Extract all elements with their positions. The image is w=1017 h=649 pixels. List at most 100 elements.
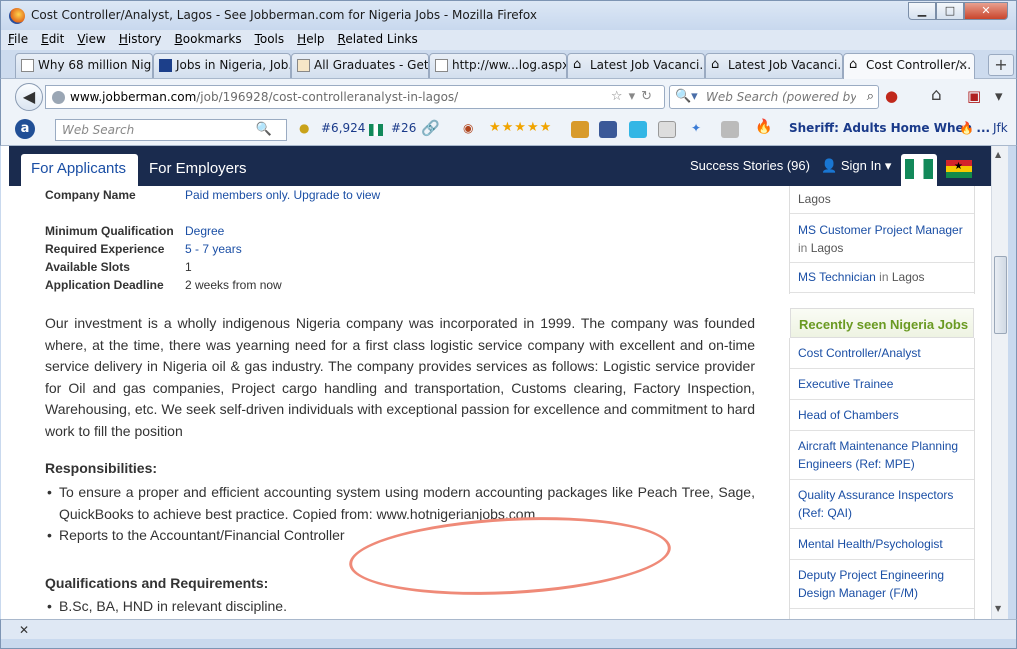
menu-edit[interactable]: Edit [34,30,70,46]
page-icon [21,59,34,72]
weather-icon[interactable]: 🔥 [959,121,974,135]
links-icon[interactable]: 🔗 [421,119,440,137]
speed-icon[interactable]: ◉ [463,121,473,135]
vertical-scrollbar[interactable]: ▲ ▼ [991,146,1008,619]
recent-job-link[interactable]: Cost Controller/Analyst [790,338,974,369]
notes-icon[interactable] [571,121,589,138]
window-controls: ▁ □ ✕ [908,2,1008,20]
twitter-icon[interactable] [629,121,647,138]
page-viewport: For Applicants For Employers Success Sto… [1,146,991,619]
tab-for-applicants[interactable]: For Applicants [21,154,138,186]
recent-job-link[interactable]: Head of Chambers [790,400,974,431]
sign-in-label: Sign In ▾ [840,158,892,173]
tab-why-68-million[interactable]: Why 68 million Nig... [15,53,153,78]
upgrade-link[interactable]: Paid members only. Upgrade to view [185,188,380,202]
global-rank[interactable]: #6,924 [321,121,365,135]
sparkle-icon[interactable]: ✦ [691,121,701,135]
recently-seen-heading: Recently seen Nigeria Jobs [790,308,974,338]
minimize-button[interactable]: ▁ [908,2,936,20]
url-path: /job/196928/cost-controlleranalyst-in-la… [196,90,459,104]
scroll-down-icon[interactable]: ▼ [995,604,1001,613]
home-icon[interactable]: ⌂ [931,85,942,105]
globe-rank-icon: ● [299,121,310,135]
tab-http-log[interactable]: http://ww...log.aspx [429,53,567,78]
qualification-item: B.Sc, BA, HND in relevant discipline. [47,596,755,618]
menu-tools[interactable]: Tools [248,30,291,46]
job-title: MS Technician [798,270,876,284]
recent-job-link[interactable]: Aircraft Maintenance Planning Engineers … [790,431,974,480]
related-job-item[interactable]: MS Technician in Lagos [790,263,974,293]
toolbar-search-input[interactable]: Web Search 🔍 [55,119,287,141]
jfk-link[interactable]: Jfk [993,121,1008,135]
job-in: in [798,241,808,255]
bookmark-star-reload-icon[interactable]: ☆▾↻ [611,89,658,104]
search-go-icon[interactable]: ⌕ [867,89,874,104]
nigeria-flag-icon [369,124,383,136]
success-stories-link[interactable]: Success Stories (96) [690,158,810,173]
menu-bookmarks[interactable]: Bookmarks [168,30,248,46]
search-icon[interactable]: 🔍 [256,122,272,137]
close-button[interactable]: ✕ [964,2,1008,20]
rating-stars[interactable]: ★★★★★ [489,120,552,135]
house-icon: ⌂ [573,57,582,72]
alexa-logo-icon[interactable]: a [15,119,35,139]
menu-view[interactable]: View [70,30,111,46]
recent-job-link[interactable]: Deputy Project Engineering Design Manage… [790,560,974,609]
related-job-item[interactable]: MS Customer Project Manager in Lagos [790,217,974,263]
toolbar-search-placeholder: Web Search [62,123,135,137]
fire-icon[interactable]: 🔥 [755,119,772,135]
search-engine-icon[interactable]: 🔍▾ [675,89,698,104]
facebook-icon[interactable] [599,121,617,138]
menu-file[interactable]: File [1,30,34,46]
menu-history[interactable]: History [112,30,168,46]
scrollbar-thumb[interactable] [994,256,1007,334]
scroll-up-icon[interactable]: ▲ [995,150,1001,159]
mail-icon[interactable] [658,121,676,138]
responsibility-item: To ensure a proper and efficient account… [47,482,755,525]
nigeria-flag-tab[interactable] [901,154,937,186]
web-search-placeholder: Web Search (powered by Goo [706,90,856,104]
url-text[interactable]: www.jobberman.com/job/196928/cost-contro… [70,90,458,104]
tab-label: Cost Controller/... [866,58,972,72]
detail-value: 1 [185,260,192,274]
url-bar[interactable]: www.jobberman.com/job/196928/cost-contro… [45,85,665,109]
page-icon [435,59,448,72]
tab-close-icon[interactable]: ✕ [958,58,968,72]
web-search-box[interactable]: 🔍▾ Web Search (powered by Goo ⌕ [669,85,879,109]
job-location: Lagos [798,192,831,206]
menu-dropdown-icon[interactable]: ▾ [995,87,1003,105]
tab-latest-job-2[interactable]: ⌂ Latest Job Vacanci... [705,53,843,78]
back-button[interactable]: ◀ [15,83,43,111]
addon-icon[interactable]: ▣ [967,87,981,105]
card-icon[interactable] [721,121,739,138]
recent-job-link[interactable]: Quality Assurance Inspectors (Ref: QAI) [790,480,974,529]
ghana-flag-star: ★ [954,161,963,172]
tab-for-employers[interactable]: For Employers [149,160,247,177]
tab-latest-job-1[interactable]: ⌂ Latest Job Vacanci... [567,53,705,78]
menu-help[interactable]: Help [290,30,330,46]
globe-icon [52,91,65,104]
ghana-flag-icon[interactable]: ★ [946,160,972,178]
house-icon: ⌂ [849,57,858,72]
sign-in-link[interactable]: 👤 Sign In ▾ [821,158,891,174]
tab-label: Why 68 million Nig... [38,58,153,72]
menu-related-links[interactable]: Related Links [331,30,424,46]
recent-job-link[interactable]: Executive Trainee [790,369,974,400]
detail-value[interactable]: 5 - 7 years [185,242,242,256]
firefox-logo-icon [9,8,25,24]
recent-job-link[interactable]: Mental Health/Psychologist [790,529,974,560]
close-addon-bar-icon[interactable]: ✕ [19,623,29,637]
qualifications-heading: Qualifications and Requirements: [45,575,269,591]
tab-cost-controller[interactable]: ⌂ Cost Controller/... ✕ [843,53,975,79]
job-location: Lagos [891,270,925,284]
job-title: MS Customer Project Manager [798,223,963,237]
record-icon[interactable]: ● [885,87,898,105]
tab-all-graduates[interactable]: All Graduates - Get... [291,53,429,78]
country-rank[interactable]: #26 [391,121,416,135]
maximize-button[interactable]: □ [936,2,964,20]
tab-jobs-in-nigeria[interactable]: Jobs in Nigeria, Job... [153,53,291,78]
related-job-item[interactable]: Lagos [790,188,974,214]
detail-label: Application Deadline [45,278,164,292]
new-tab-button[interactable]: + [988,54,1014,76]
detail-value[interactable]: Degree [185,224,224,238]
